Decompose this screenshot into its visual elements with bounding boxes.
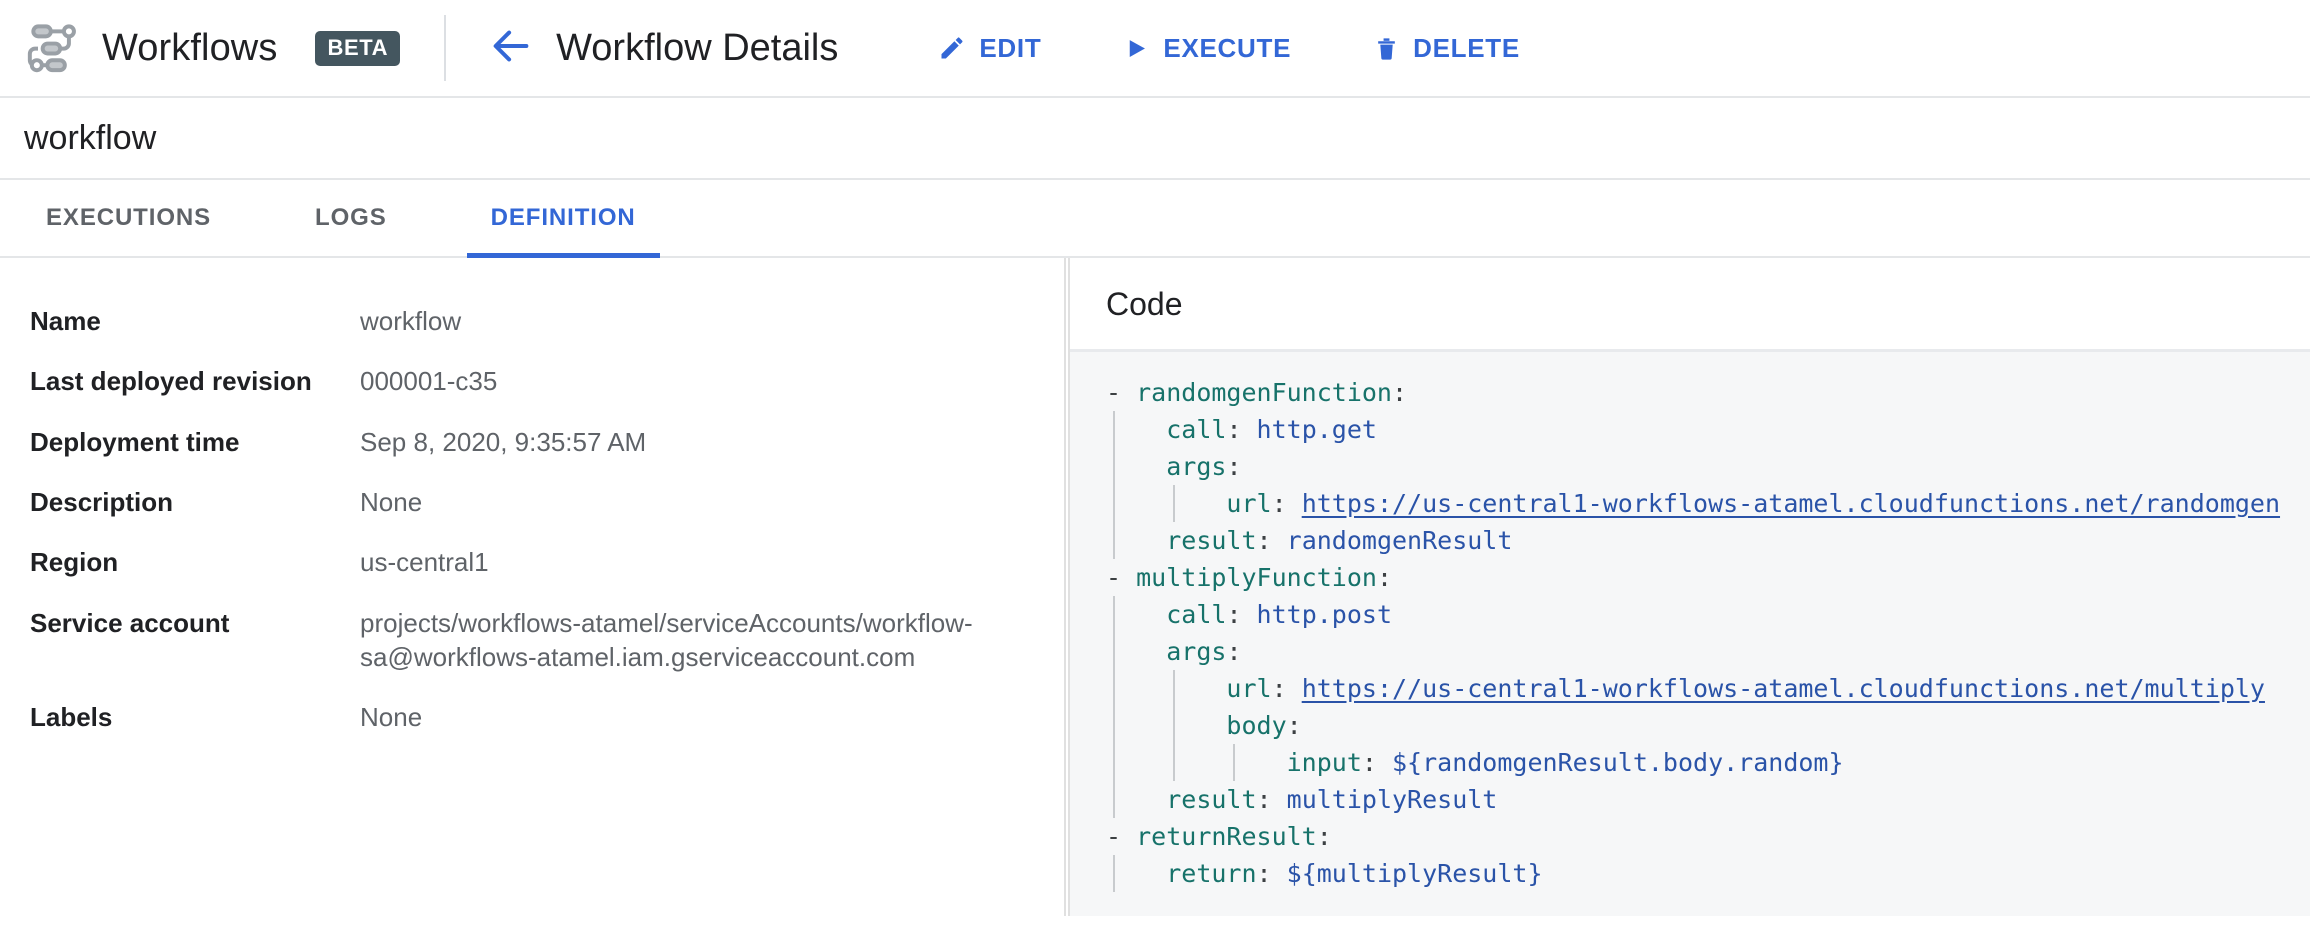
code-card-title: Code bbox=[1106, 286, 1183, 322]
workflows-logo-icon bbox=[24, 20, 80, 76]
code-line: call: http.get bbox=[1106, 411, 2310, 448]
indent-guide bbox=[1113, 744, 1115, 781]
arrow-left-icon bbox=[488, 23, 534, 74]
indent-guide bbox=[1113, 522, 1115, 559]
detail-label: Deployment time bbox=[30, 426, 240, 457]
code-line: body: bbox=[1106, 707, 2310, 744]
code-card-header: Code bbox=[1070, 258, 2310, 352]
detail-row-revision: Last deployed revision 000001-c35 bbox=[30, 364, 1034, 424]
tab-logs[interactable]: LOGS bbox=[291, 180, 411, 256]
code-line: result: multiplyResult bbox=[1106, 781, 2310, 818]
workflow-name-heading: workflow bbox=[24, 118, 157, 157]
detail-value: projects/workflows-atamel/serviceAccount… bbox=[360, 607, 973, 672]
indent-guide bbox=[1113, 707, 1115, 744]
brand-name: Workflows bbox=[102, 26, 278, 69]
indent-guide bbox=[1113, 670, 1115, 707]
indent-guide bbox=[1113, 633, 1115, 670]
code-line: url: https://us-central1-workflows-atame… bbox=[1106, 485, 2310, 522]
detail-label: Service account bbox=[30, 607, 230, 638]
tab-spacer bbox=[411, 180, 467, 256]
toolbar-actions: EDIT EXECUTE DELETE bbox=[920, 23, 1538, 74]
delete-button-label: DELETE bbox=[1413, 32, 1520, 63]
indent-guide bbox=[1173, 707, 1175, 744]
detail-label: Labels bbox=[30, 702, 113, 733]
code-line: call: http.post bbox=[1106, 596, 2310, 633]
edit-button-label: EDIT bbox=[979, 32, 1042, 63]
pencil-icon bbox=[938, 34, 966, 62]
execute-button[interactable]: EXECUTE bbox=[1105, 23, 1309, 74]
tab-spacer bbox=[235, 180, 291, 256]
code-line: input: ${randomgenResult.body.random} bbox=[1106, 744, 2310, 781]
detail-label: Last deployed revision bbox=[30, 366, 312, 397]
detail-label: Region bbox=[30, 547, 119, 578]
delete-button[interactable]: DELETE bbox=[1355, 23, 1538, 74]
indent-guide bbox=[1113, 411, 1115, 448]
trash-icon bbox=[1373, 35, 1400, 62]
indent-guide bbox=[1113, 855, 1115, 892]
code-line: - returnResult: bbox=[1106, 822, 1332, 851]
detail-value: 000001-c35 bbox=[360, 366, 498, 397]
tab-bar: EXECUTIONS LOGS DEFINITION bbox=[0, 180, 2310, 258]
multiply-url-link[interactable]: https://us-central1-workflows-atamel.clo… bbox=[1302, 674, 2265, 703]
code-column: Code - randomgenFunction: call: http.get… bbox=[1066, 258, 2310, 916]
indent-guide bbox=[1173, 485, 1175, 522]
code-line: args: bbox=[1106, 633, 2310, 670]
detail-row-deployment-time: Deployment time Sep 8, 2020, 9:35:57 AM bbox=[30, 425, 1034, 485]
beta-badge: BETA bbox=[315, 30, 401, 66]
randomgen-url-link[interactable]: https://us-central1-workflows-atamel.clo… bbox=[1302, 489, 2280, 518]
indent-guide bbox=[1113, 448, 1115, 485]
indent-guide bbox=[1113, 781, 1115, 818]
detail-row-description: Description None bbox=[30, 485, 1034, 545]
yaml-source: - randomgenFunction: call: http.get args… bbox=[1070, 374, 2310, 892]
indent-guide bbox=[1233, 744, 1235, 781]
page-title: Workflow Details bbox=[556, 26, 839, 69]
indent-guide bbox=[1113, 485, 1115, 522]
code-line: args: bbox=[1106, 448, 2310, 485]
workflow-title-row: workflow bbox=[0, 98, 2310, 180]
detail-value: us-central1 bbox=[360, 547, 489, 578]
detail-label: Description bbox=[30, 486, 174, 517]
detail-label: Name bbox=[30, 306, 101, 336]
detail-row-name: Name workflow bbox=[30, 304, 1034, 364]
tab-executions[interactable]: EXECUTIONS bbox=[22, 180, 235, 256]
workflow-details-page: Workflows BETA Workflow Details EDIT EXE… bbox=[0, 0, 2310, 936]
code-line: url: https://us-central1-workflows-atame… bbox=[1106, 670, 2310, 707]
code-line: - multiplyFunction: bbox=[1106, 563, 1392, 592]
detail-row-region: Region us-central1 bbox=[30, 545, 1034, 605]
code-line: - randomgenFunction: bbox=[1106, 378, 1408, 407]
code-line: return: ${multiplyResult} bbox=[1106, 855, 2310, 892]
detail-value: Sep 8, 2020, 9:35:57 AM bbox=[360, 426, 647, 457]
code-line: result: randomgenResult bbox=[1106, 522, 2310, 559]
detail-row-service-account: Service account projects/workflows-atame… bbox=[30, 606, 1034, 701]
content-area: Name workflow Last deployed revision 000… bbox=[0, 258, 2310, 916]
tab-definition[interactable]: DEFINITION bbox=[466, 180, 660, 258]
details-panel: Name workflow Last deployed revision 000… bbox=[0, 258, 1066, 916]
indent-guide bbox=[1113, 596, 1115, 633]
detail-value: workflow bbox=[360, 306, 462, 336]
code-viewer[interactable]: - randomgenFunction: call: http.get args… bbox=[1070, 352, 2310, 916]
details-table: Name workflow Last deployed revision 000… bbox=[30, 304, 1034, 761]
indent-guide bbox=[1173, 744, 1175, 781]
indent-guide bbox=[1173, 670, 1175, 707]
brand-area[interactable]: Workflows BETA bbox=[24, 20, 401, 76]
detail-value: None bbox=[360, 702, 423, 733]
toolbar-divider bbox=[444, 15, 447, 81]
execute-button-label: EXECUTE bbox=[1163, 32, 1292, 63]
edit-button[interactable]: EDIT bbox=[920, 23, 1059, 74]
detail-value: None bbox=[360, 486, 423, 517]
code-card: Code - randomgenFunction: call: http.get… bbox=[1068, 258, 2310, 916]
detail-row-labels: Labels None bbox=[30, 700, 1034, 760]
back-button[interactable] bbox=[484, 21, 538, 75]
play-icon bbox=[1123, 35, 1150, 62]
top-app-bar: Workflows BETA Workflow Details EDIT EXE… bbox=[0, 0, 2310, 98]
